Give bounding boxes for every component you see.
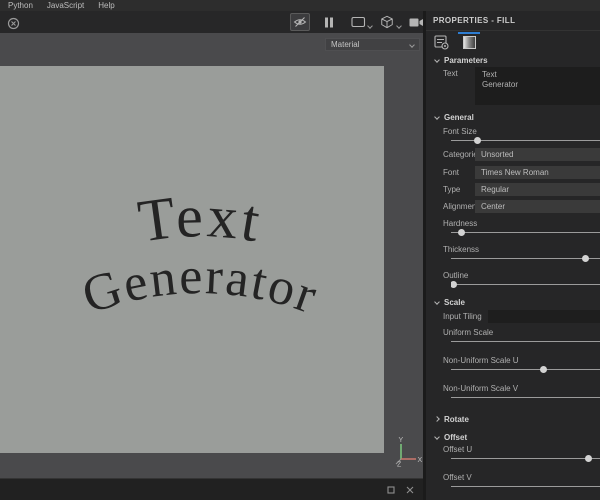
section-label: Parameters bbox=[444, 55, 488, 65]
texture-canvas[interactable]: Text Generator bbox=[0, 66, 384, 453]
categorie-dropdown[interactable]: Unsorted bbox=[475, 148, 600, 161]
input-tiling-label: Input Tiling bbox=[443, 312, 482, 321]
alignment-row: Alignment Center bbox=[435, 200, 600, 213]
non-uniform-scale-u-label: Non-Uniform Scale U bbox=[443, 356, 519, 365]
non-uniform-scale-v-slider[interactable] bbox=[451, 393, 600, 402]
slider-handle[interactable] bbox=[581, 255, 589, 262]
hardness-label: Hardness bbox=[443, 219, 478, 228]
font-label: Font bbox=[443, 168, 460, 177]
type-dropdown[interactable]: Regular bbox=[475, 183, 600, 196]
offset-u-label: Offset U bbox=[443, 445, 473, 454]
square-icon[interactable] bbox=[387, 486, 395, 494]
view-2d-icon[interactable] bbox=[348, 13, 373, 31]
slider-handle[interactable] bbox=[539, 366, 547, 373]
axis-x-label: X bbox=[418, 457, 423, 464]
pause-icon[interactable] bbox=[319, 13, 339, 31]
slider-handle[interactable] bbox=[451, 281, 458, 288]
slider-handle[interactable] bbox=[584, 455, 592, 462]
section-parameters[interactable]: Parameters bbox=[434, 55, 600, 65]
offset-v-label: Offset V bbox=[443, 473, 472, 482]
menu-javascript[interactable]: JavaScript bbox=[47, 1, 84, 10]
font-dropdown[interactable]: Times New Roman bbox=[475, 166, 600, 179]
hide-outline-icon[interactable] bbox=[290, 13, 310, 31]
material-dropdown-label: Material bbox=[331, 40, 360, 49]
chevron-down-icon bbox=[409, 41, 415, 48]
section-rotate[interactable]: Rotate bbox=[434, 414, 600, 424]
categorie-row: Categorie Unsorted bbox=[435, 148, 600, 161]
status-bar bbox=[0, 478, 423, 500]
text-input[interactable]: Text Generator bbox=[475, 67, 600, 105]
input-tiling-row: Input Tiling bbox=[435, 310, 600, 323]
uniform-scale-slider[interactable] bbox=[451, 337, 600, 346]
axis-y-label: Y bbox=[399, 437, 404, 444]
panel-header: PROPERTIES - FILL bbox=[426, 11, 600, 31]
section-offset[interactable]: Offset bbox=[434, 432, 600, 442]
outline-slider[interactable] bbox=[451, 280, 600, 289]
viewport-toolbar bbox=[0, 11, 452, 33]
text-parameter-row: Text Text Generator bbox=[435, 67, 600, 105]
panel-tabs bbox=[426, 31, 600, 53]
type-label: Type bbox=[443, 185, 461, 194]
section-scale[interactable]: Scale bbox=[434, 297, 600, 307]
font-size-slider[interactable] bbox=[451, 136, 600, 145]
attributes-tab[interactable] bbox=[430, 32, 452, 52]
non-uniform-scale-u-slider[interactable] bbox=[451, 365, 600, 374]
hardness-slider[interactable] bbox=[451, 228, 600, 237]
font-size-label: Font Size bbox=[443, 127, 477, 136]
input-tiling-field[interactable] bbox=[488, 310, 600, 323]
canvas-text-line2: Generator bbox=[76, 248, 324, 325]
font-row: Font Times New Roman bbox=[435, 166, 600, 179]
non-uniform-scale-v-label: Non-Uniform Scale V bbox=[443, 384, 519, 393]
chevron-down-icon bbox=[434, 299, 440, 305]
categorie-label: Categorie bbox=[443, 150, 478, 159]
close-icon[interactable] bbox=[406, 486, 414, 494]
alignment-dropdown[interactable]: Center bbox=[475, 200, 600, 213]
section-label: Offset bbox=[444, 432, 468, 442]
panel-title: PROPERTIES - FILL bbox=[433, 16, 516, 25]
chevron-down-icon bbox=[434, 57, 440, 63]
chevron-down-icon bbox=[434, 114, 440, 120]
fill-tab[interactable] bbox=[458, 32, 480, 52]
offset-v-slider[interactable] bbox=[451, 482, 600, 491]
outline-label: Outline bbox=[443, 271, 469, 280]
axis-z-label: Z bbox=[397, 462, 402, 469]
chevron-right-icon bbox=[434, 416, 440, 422]
canvas-text-render: Text Generator bbox=[76, 183, 326, 325]
view-3d-icon[interactable] bbox=[377, 13, 402, 31]
menu-help[interactable]: Help bbox=[98, 1, 114, 10]
axis-gizmo: Y X Z bbox=[392, 436, 422, 468]
chevron-down-icon bbox=[434, 434, 440, 440]
viewport-2d[interactable]: Text Generator Material Y X Z bbox=[0, 33, 423, 478]
thickness-label: Thickenss bbox=[443, 245, 480, 254]
uniform-scale-label: Uniform Scale bbox=[443, 328, 494, 337]
menu-bar: Python JavaScript Help bbox=[0, 0, 600, 11]
app-window: Python JavaScript Help Text Generator Ma… bbox=[0, 0, 600, 500]
panel-content: Parameters Text Text Generator General F… bbox=[426, 55, 600, 500]
properties-panel: PROPERTIES - FILL Parameters Text Text G… bbox=[426, 11, 600, 500]
menu-python[interactable]: Python bbox=[8, 1, 33, 10]
slider-handle[interactable] bbox=[457, 229, 465, 236]
material-dropdown[interactable]: Material bbox=[325, 38, 420, 51]
offset-u-slider[interactable] bbox=[451, 454, 600, 463]
section-label: General bbox=[444, 112, 474, 122]
section-label: Scale bbox=[444, 297, 465, 307]
svg-text:Text: Text bbox=[134, 183, 267, 255]
alignment-label: Alignment bbox=[443, 202, 479, 211]
thickness-slider[interactable] bbox=[451, 254, 600, 263]
canvas-text-line1: Text bbox=[134, 183, 264, 255]
section-label: Rotate bbox=[444, 414, 469, 424]
slider-handle[interactable] bbox=[474, 137, 482, 144]
circle-close-icon[interactable] bbox=[3, 14, 23, 32]
chevron-down-icon bbox=[367, 23, 373, 29]
section-general[interactable]: General bbox=[434, 112, 600, 122]
chevron-down-icon bbox=[396, 23, 402, 29]
svg-text:Generator: Generator bbox=[76, 248, 326, 325]
type-row: Type Regular bbox=[435, 183, 600, 196]
text-label: Text bbox=[443, 69, 458, 78]
